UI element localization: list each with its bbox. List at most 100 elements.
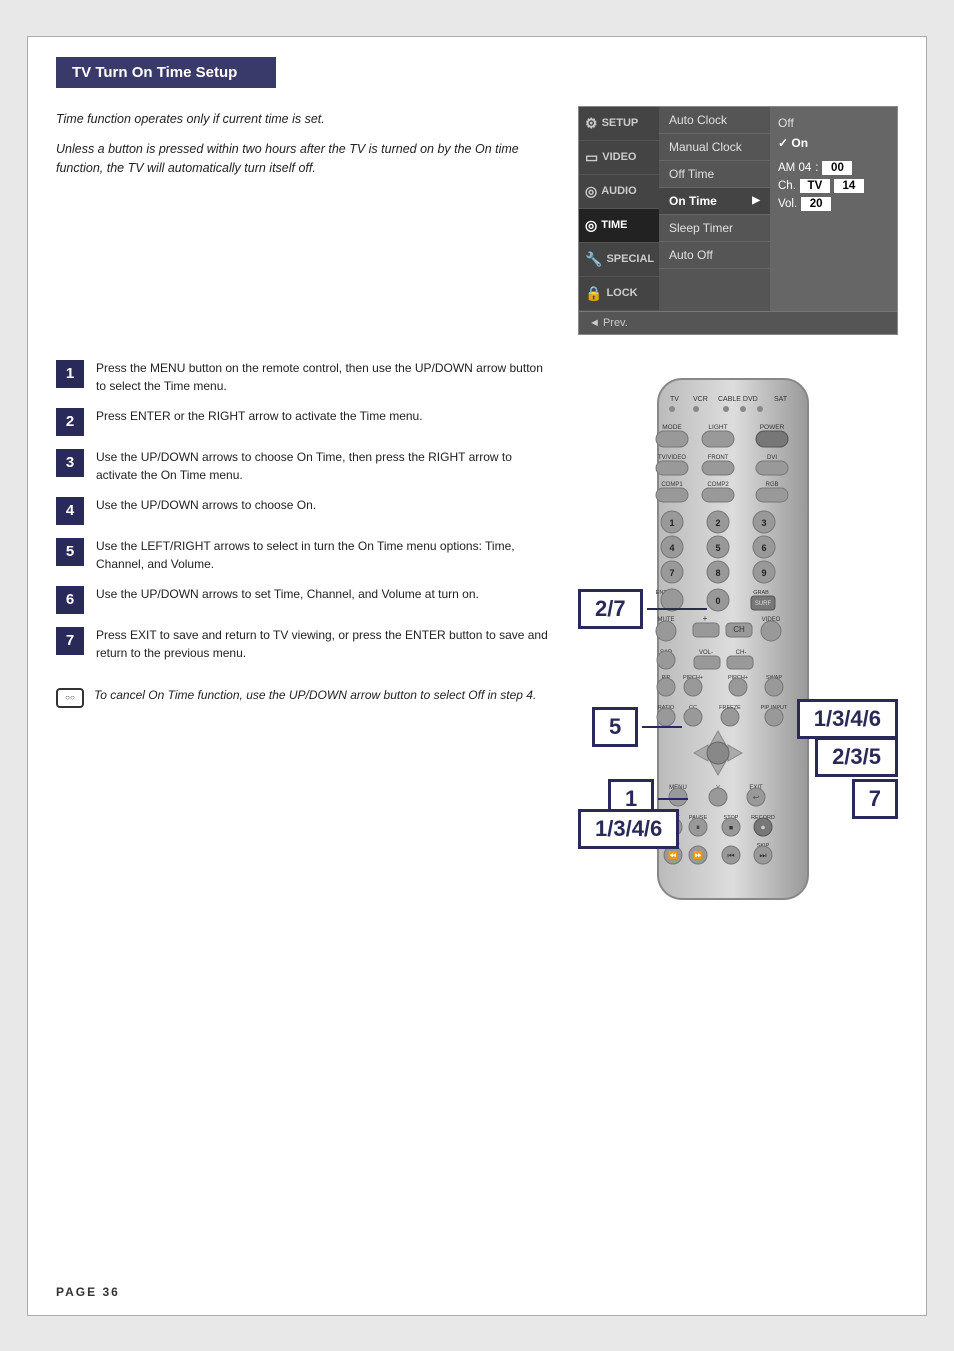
menu-prev[interactable]: ◄ Prev. bbox=[579, 311, 897, 334]
svg-text:TV: TV bbox=[670, 396, 679, 403]
sidebar-lock[interactable]: 🔒 LOCK bbox=[579, 277, 659, 311]
intro-text: Time function operates only if current t… bbox=[56, 106, 554, 335]
video-icon: ▭ bbox=[585, 149, 598, 166]
step-1-num: 1 bbox=[56, 360, 84, 388]
time-am: AM 04 bbox=[778, 162, 811, 174]
step-2-num: 2 bbox=[56, 408, 84, 436]
step-6-num: 6 bbox=[56, 586, 84, 614]
step-4-text: Use the UP/DOWN arrows to choose On. bbox=[96, 496, 316, 514]
volume-row: Vol. 20 bbox=[778, 197, 889, 211]
svg-text:RGB: RGB bbox=[765, 482, 778, 488]
menu-main: Auto Clock Manual Clock Off Time On Time… bbox=[659, 107, 770, 311]
tv-menu: ⚙ SETUP ▭ VIDEO ◎ AUDIO ◎ TIME bbox=[578, 106, 898, 335]
note-icon: ○○ bbox=[56, 688, 84, 708]
sidebar-setup[interactable]: ⚙ SETUP bbox=[579, 107, 659, 141]
callout-27: 2/7 bbox=[578, 589, 643, 629]
menu-submenu: Off ✓ On AM 04 : 00 Ch. TV 14 bbox=[770, 107, 897, 311]
sidebar-time[interactable]: ◎ TIME bbox=[579, 209, 659, 243]
note-text: To cancel On Time function, use the UP/D… bbox=[94, 686, 536, 704]
step-5-row: 5 Use the LEFT/RIGHT arrows to select in… bbox=[56, 537, 554, 573]
callout-235: 2/3/5 bbox=[815, 737, 898, 777]
svg-text:0: 0 bbox=[715, 596, 720, 606]
intro-line1: Time function operates only if current t… bbox=[56, 110, 554, 129]
callout-7-group: 7 bbox=[852, 779, 898, 819]
svg-text:↩: ↩ bbox=[753, 793, 760, 802]
step-5-text: Use the LEFT/RIGHT arrows to select in t… bbox=[96, 537, 554, 573]
svg-text:⏺: ⏺ bbox=[761, 823, 765, 832]
option-on[interactable]: ✓ On bbox=[778, 133, 889, 153]
svg-text:SAT: SAT bbox=[774, 396, 788, 403]
step-2-text: Press ENTER or the RIGHT arrow to activa… bbox=[96, 407, 423, 425]
step-2-row: 2 Press ENTER or the RIGHT arrow to acti… bbox=[56, 407, 554, 436]
time-settings: AM 04 : 00 Ch. TV 14 Vol. 20 bbox=[778, 161, 889, 215]
svg-text:SURF: SURF bbox=[755, 601, 772, 607]
svg-text:⏪: ⏪ bbox=[668, 850, 678, 860]
step-3-text: Use the UP/DOWN arrows to choose On Time… bbox=[96, 448, 554, 484]
menu-sleep-timer[interactable]: Sleep Timer bbox=[659, 215, 770, 242]
step-4-row: 4 Use the UP/DOWN arrows to choose On. bbox=[56, 496, 554, 525]
svg-text:TV/VIDEO: TV/VIDEO bbox=[658, 455, 686, 461]
step-1-row: 1 Press the MENU button on the remote co… bbox=[56, 359, 554, 395]
svg-text:POWER: POWER bbox=[760, 424, 785, 431]
menu-on-time[interactable]: On Time ▶ bbox=[659, 188, 770, 215]
svg-text:DVI: DVI bbox=[767, 455, 777, 461]
step-7-text: Press EXIT to save and return to TV view… bbox=[96, 626, 554, 662]
svg-text:9: 9 bbox=[761, 568, 766, 578]
svg-text:⏹: ⏹ bbox=[729, 823, 733, 832]
time-row: AM 04 : 00 bbox=[778, 161, 889, 175]
ch-type[interactable]: TV bbox=[800, 179, 830, 193]
intro-line2: Unless a button is pressed within two ho… bbox=[56, 140, 554, 178]
ch-num[interactable]: 14 bbox=[834, 179, 864, 193]
svg-text:GRAB: GRAB bbox=[753, 590, 769, 596]
menu-manual-clock[interactable]: Manual Clock bbox=[659, 134, 770, 161]
time-icon: ◎ bbox=[585, 217, 597, 234]
menu-auto-clock[interactable]: Auto Clock bbox=[659, 107, 770, 134]
step-4-num: 4 bbox=[56, 497, 84, 525]
svg-text:3: 3 bbox=[761, 518, 766, 528]
time-colon: : bbox=[815, 162, 818, 174]
svg-text:⏭: ⏭ bbox=[759, 851, 766, 860]
steps-list: 1 Press the MENU button on the remote co… bbox=[56, 359, 554, 984]
ch-label: Ch. bbox=[778, 180, 796, 192]
callout-1346-right-group: 1/3/4/6 bbox=[797, 699, 898, 739]
step-7-num: 7 bbox=[56, 627, 84, 655]
svg-text:5: 5 bbox=[715, 543, 720, 553]
top-section: Time function operates only if current t… bbox=[56, 106, 898, 335]
note-section: ○○ To cancel On Time function, use the U… bbox=[56, 686, 554, 708]
menu-auto-off[interactable]: Auto Off bbox=[659, 242, 770, 269]
remote-diagram: TV VCR CABLE DVD SAT MODE LIGHT POWER bbox=[578, 359, 888, 979]
callout-7: 7 bbox=[852, 779, 898, 819]
callout-1346-bottom: 1/3/4/6 bbox=[578, 809, 679, 849]
callout-1346-group: 1/3/4/6 bbox=[578, 809, 679, 849]
svg-text:⏮: ⏮ bbox=[727, 851, 734, 860]
callout-1346-right: 1/3/4/6 bbox=[797, 699, 898, 739]
time-minutes[interactable]: 00 bbox=[822, 161, 852, 175]
svg-text:COMP2: COMP2 bbox=[707, 482, 729, 488]
sidebar-video[interactable]: ▭ VIDEO bbox=[579, 141, 659, 175]
svg-text:CH: CH bbox=[733, 625, 745, 634]
step-3-row: 3 Use the UP/DOWN arrows to choose On Ti… bbox=[56, 448, 554, 484]
step-6-text: Use the UP/DOWN arrows to set Time, Chan… bbox=[96, 585, 479, 603]
svg-text:⏸: ⏸ bbox=[696, 823, 700, 832]
svg-text:2: 2 bbox=[715, 518, 720, 528]
remote-section: TV VCR CABLE DVD SAT MODE LIGHT POWER bbox=[578, 359, 898, 984]
step-7-row: 7 Press EXIT to save and return to TV vi… bbox=[56, 626, 554, 662]
step-6-row: 6 Use the UP/DOWN arrows to set Time, Ch… bbox=[56, 585, 554, 614]
lock-icon: 🔒 bbox=[585, 285, 602, 302]
audio-icon: ◎ bbox=[585, 183, 597, 200]
steps-section: 1 Press the MENU button on the remote co… bbox=[56, 359, 898, 984]
callout-5-group: 5 bbox=[592, 707, 682, 747]
step-1-text: Press the MENU button on the remote cont… bbox=[96, 359, 554, 395]
svg-text:FRONT: FRONT bbox=[708, 455, 729, 461]
menu-off-time[interactable]: Off Time bbox=[659, 161, 770, 188]
page-footer: PAGE 36 bbox=[56, 1285, 120, 1299]
vol-num[interactable]: 20 bbox=[801, 197, 831, 211]
svg-text:CABLE DVD: CABLE DVD bbox=[718, 396, 758, 403]
option-off[interactable]: Off bbox=[778, 113, 889, 133]
svg-text:⏩: ⏩ bbox=[693, 850, 703, 860]
sidebar-audio[interactable]: ◎ AUDIO bbox=[579, 175, 659, 209]
svg-text:1: 1 bbox=[669, 518, 674, 528]
sidebar-special[interactable]: 🔧 SPECIAL bbox=[579, 243, 659, 277]
step-5-num: 5 bbox=[56, 538, 84, 566]
svg-text:6: 6 bbox=[761, 543, 766, 553]
